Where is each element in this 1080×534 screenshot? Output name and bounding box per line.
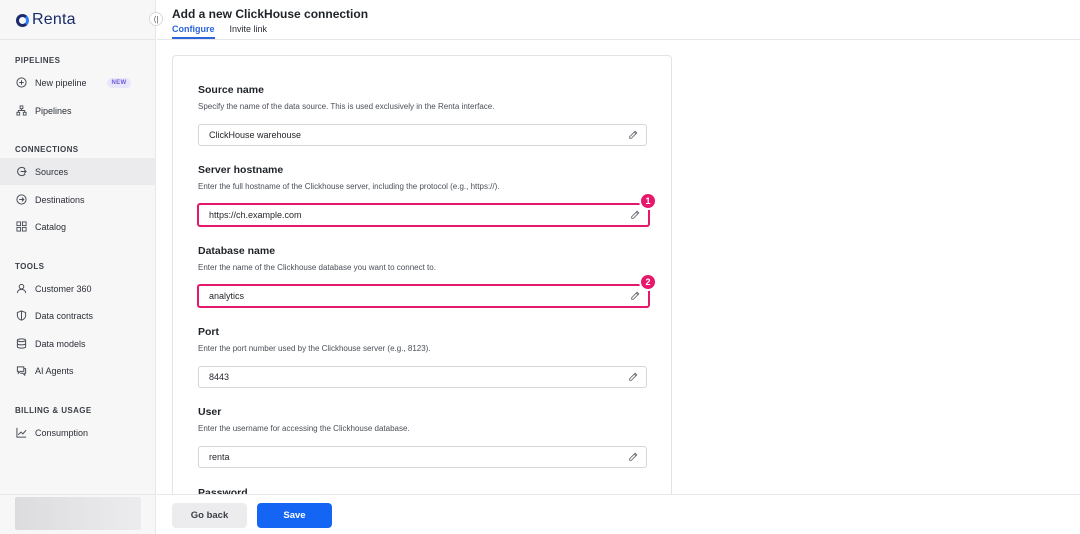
connection-form-card: Source name Specify the name of the data… <box>172 55 672 505</box>
annotation-marker-2: 2 <box>639 273 657 291</box>
port-input[interactable]: 8443 <box>198 366 647 388</box>
section-title-billing: BILLING & USAGE <box>15 406 92 415</box>
sidebar-item-pipelines[interactable]: Pipelines <box>0 97 156 124</box>
user-value: renta <box>209 452 230 462</box>
sidebar-item-data-models[interactable]: Data models <box>0 330 156 357</box>
source-name-label: Source name <box>198 84 264 96</box>
tab-bar: Configure Invite link <box>172 24 282 39</box>
source-name-input[interactable]: ClickHouse warehouse <box>198 124 647 146</box>
shield-icon <box>16 310 27 321</box>
new-badge: NEW <box>106 77 132 88</box>
account-switcher[interactable] <box>15 497 141 530</box>
sidebar-item-catalog[interactable]: Catalog <box>0 213 156 240</box>
server-hostname-description: Enter the full hostname of the Clickhous… <box>198 182 500 191</box>
divider <box>157 39 1080 40</box>
chart-line-icon <box>16 427 27 438</box>
collapse-sidebar-button[interactable]: ⟨| <box>149 12 163 26</box>
pencil-icon[interactable] <box>628 372 638 382</box>
divider <box>0 39 156 40</box>
source-name-description: Specify the name of the data source. Thi… <box>198 102 495 111</box>
section-title-pipelines: PIPELINES <box>15 56 61 65</box>
sidebar-item-consumption[interactable]: Consumption <box>0 419 156 446</box>
sidebar-item-ai-agents[interactable]: AI Agents <box>0 357 156 384</box>
sidebar-item-destinations[interactable]: Destinations <box>0 186 156 213</box>
renta-logo-icon <box>16 13 29 27</box>
port-value: 8443 <box>209 372 230 382</box>
section-title-connections: CONNECTIONS <box>15 145 79 154</box>
source-name-value: ClickHouse warehouse <box>209 130 302 140</box>
sidebar-item-label: Destinations <box>35 194 85 205</box>
sidebar-item-label: Sources <box>35 166 69 177</box>
user-icon <box>16 283 27 294</box>
sidebar-item-label: AI Agents <box>35 365 74 376</box>
database-name-value: analytics <box>209 291 245 301</box>
save-button[interactable]: Save <box>257 503 332 528</box>
go-back-button[interactable]: Go back <box>172 503 247 528</box>
sidebar-item-sources[interactable]: Sources <box>0 158 156 185</box>
sidebar-item-customer-360[interactable]: Customer 360 <box>0 275 156 302</box>
sidebar-item-label: Customer 360 <box>35 283 92 294</box>
database-icon <box>16 338 27 349</box>
sidebar-item-label: Consumption <box>35 427 89 438</box>
sitemap-icon <box>16 105 27 116</box>
server-hostname-value: https://ch.example.com <box>209 210 302 220</box>
grid-icon <box>16 221 27 232</box>
server-hostname-input[interactable]: https://ch.example.com <box>197 203 650 227</box>
server-hostname-label: Server hostname <box>198 164 284 176</box>
brand-logo[interactable]: Renta <box>16 10 76 30</box>
sidebar-item-label: Pipelines <box>35 105 72 116</box>
chat-icon <box>16 365 27 376</box>
sidebar-item-label: Catalog <box>35 221 67 232</box>
port-label: Port <box>198 326 219 338</box>
sidebar: Renta PIPELINES New pipeline NEW Pipelin… <box>0 0 156 534</box>
database-name-input[interactable]: analytics <box>197 284 650 308</box>
sidebar-item-label: Data models <box>35 338 86 349</box>
sidebar-item-new-pipeline[interactable]: New pipeline NEW <box>0 69 156 96</box>
annotation-marker-1: 1 <box>639 192 657 210</box>
tab-invite-link[interactable]: Invite link <box>230 24 268 39</box>
port-description: Enter the port number used by the Clickh… <box>198 344 431 353</box>
pencil-icon[interactable] <box>628 452 638 462</box>
database-name-label: Database name <box>198 245 276 257</box>
user-input[interactable]: renta <box>198 446 647 468</box>
source-icon <box>16 166 27 177</box>
section-title-tools: TOOLS <box>15 262 45 271</box>
brand-name: Renta <box>32 11 76 28</box>
plus-circle-icon <box>16 77 27 88</box>
destination-icon <box>16 194 27 205</box>
tab-configure[interactable]: Configure <box>172 24 215 39</box>
pencil-icon[interactable] <box>628 130 638 140</box>
pencil-icon[interactable] <box>630 291 640 301</box>
form-footer: Go back Save <box>157 494 1080 534</box>
database-name-description: Enter the name of the Clickhouse databas… <box>198 263 436 272</box>
sidebar-item-data-contracts[interactable]: Data contracts <box>0 302 156 329</box>
page-title: Add a new ClickHouse connection <box>172 7 369 21</box>
sidebar-item-label: New pipeline <box>35 77 87 88</box>
user-label: User <box>198 406 222 418</box>
sidebar-item-label: Data contracts <box>35 310 94 321</box>
user-description: Enter the username for accessing the Cli… <box>198 424 410 433</box>
pencil-icon[interactable] <box>630 210 640 220</box>
divider <box>0 494 156 495</box>
